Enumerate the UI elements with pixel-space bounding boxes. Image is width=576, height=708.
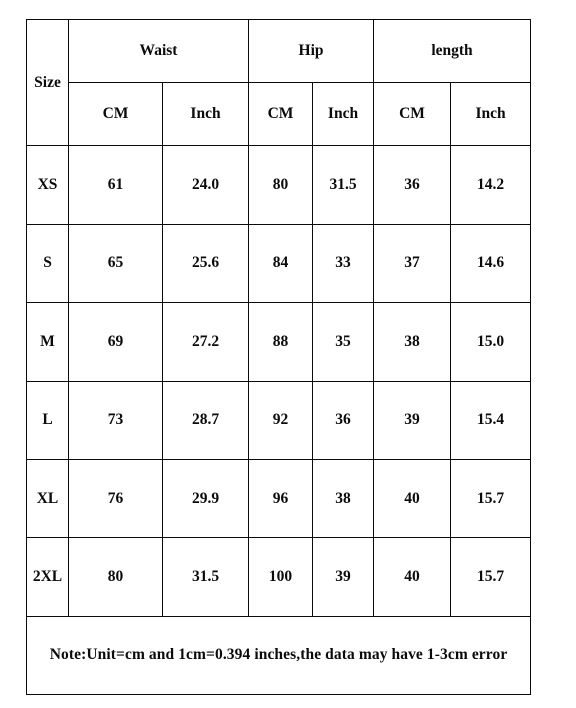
- header-waist-inch: Inch: [162, 81, 249, 147]
- cell-waist-cm: 80: [68, 537, 163, 617]
- cell-hip-inch: 35: [311, 302, 375, 382]
- cell-size: S: [26, 223, 69, 304]
- cell-waist-inch: 24.0: [162, 145, 249, 225]
- cell-hip-cm: 92: [248, 380, 313, 460]
- cell-hip-cm: 84: [248, 223, 313, 304]
- cell-waist-inch: 25.6: [162, 223, 249, 304]
- cell-waist-cm: 69: [68, 302, 163, 382]
- cell-size: XS: [26, 145, 69, 225]
- cell-length-inch: 14.2: [450, 145, 532, 225]
- cell-waist-inch: 31.5: [162, 537, 249, 617]
- cell-waist-inch: 28.7: [162, 380, 249, 460]
- table-row: S 65 25.6 84 33 37 14.6: [26, 223, 532, 304]
- cell-hip-cm: 96: [248, 458, 313, 539]
- header-group-waist: Waist: [68, 19, 249, 83]
- cell-waist-inch: 29.9: [162, 458, 249, 539]
- cell-length-cm: 36: [373, 145, 452, 225]
- cell-hip-inch: 33: [311, 223, 375, 304]
- cell-length-inch: 15.7: [450, 537, 532, 617]
- cell-length-inch: 14.6: [450, 223, 532, 304]
- cell-waist-cm: 73: [68, 380, 163, 460]
- table-row: 2XL 80 31.5 100 39 40 15.7: [26, 537, 532, 617]
- header-hip-inch: Inch: [311, 81, 375, 147]
- cell-length-cm: 40: [373, 458, 452, 539]
- unit-header-row: CM Inch CM Inch CM Inch: [27, 81, 532, 147]
- table-row: XL 76 29.9 96 38 40 15.7: [26, 458, 532, 539]
- cell-hip-cm: 80: [248, 145, 313, 225]
- cell-length-cm: 40: [373, 537, 452, 617]
- cell-hip-inch: 36: [311, 380, 375, 460]
- cell-length-cm: 38: [373, 302, 452, 382]
- cell-length-inch: 15.0: [450, 302, 532, 382]
- cell-length-cm: 39: [373, 380, 452, 460]
- cell-waist-inch: 27.2: [162, 302, 249, 382]
- cell-hip-inch: 38: [311, 458, 375, 539]
- cell-waist-cm: 61: [68, 145, 163, 225]
- cell-waist-cm: 65: [68, 223, 163, 304]
- cell-hip-cm: 88: [248, 302, 313, 382]
- group-header-row: Size Waist Hip length: [26, 18, 532, 147]
- header-length-inch: Inch: [450, 81, 532, 147]
- cell-hip-inch: 31.5: [311, 145, 375, 225]
- cell-size: 2XL: [26, 537, 69, 617]
- header-length-cm: CM: [373, 81, 452, 147]
- cell-size: L: [26, 380, 69, 460]
- table-row: XS 61 24.0 80 31.5 36 14.2: [26, 145, 532, 225]
- cell-size: XL: [26, 458, 69, 539]
- cell-hip-inch: 39: [311, 537, 375, 617]
- cell-hip-cm: 100: [248, 537, 313, 617]
- size-chart-container: Size Waist Hip length CM Inch CM Inch CM…: [25, 18, 532, 696]
- table-row: M 69 27.2 88 35 38 15.0: [26, 302, 532, 382]
- header-waist-cm: CM: [68, 81, 163, 147]
- cell-length-inch: 15.4: [450, 380, 532, 460]
- header-group-hip: Hip: [247, 19, 375, 83]
- note-row: Note:Unit=cm and 1cm=0.394 inches,the da…: [25, 615, 532, 696]
- cell-waist-cm: 76: [68, 458, 163, 539]
- cell-size: M: [26, 302, 69, 382]
- header-size: Size: [26, 18, 69, 147]
- cell-length-inch: 15.7: [450, 458, 532, 539]
- size-chart-table: Size Waist Hip length CM Inch CM Inch CM…: [25, 18, 532, 696]
- cell-length-cm: 37: [373, 223, 452, 304]
- table-row: L 73 28.7 92 36 39 15.4: [26, 380, 532, 460]
- header-hip-cm: CM: [248, 81, 313, 147]
- size-chart-note: Note:Unit=cm and 1cm=0.394 inches,the da…: [25, 615, 532, 696]
- header-group-length: length: [373, 19, 532, 83]
